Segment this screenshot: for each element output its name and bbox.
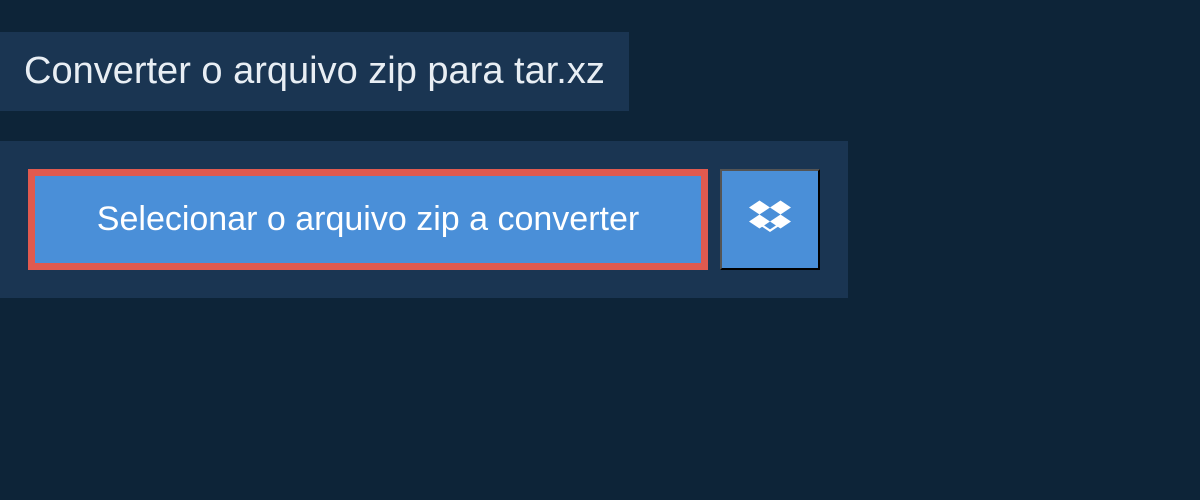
page-title: Converter o arquivo zip para tar.xz	[24, 50, 605, 93]
select-file-button[interactable]: Selecionar o arquivo zip a converter	[28, 169, 708, 270]
dropbox-button[interactable]	[720, 169, 820, 270]
dropbox-icon	[749, 197, 791, 242]
page-header: Converter o arquivo zip para tar.xz	[0, 32, 629, 111]
button-row: Selecionar o arquivo zip a converter	[28, 169, 820, 270]
upload-panel: Selecionar o arquivo zip a converter	[0, 141, 848, 298]
